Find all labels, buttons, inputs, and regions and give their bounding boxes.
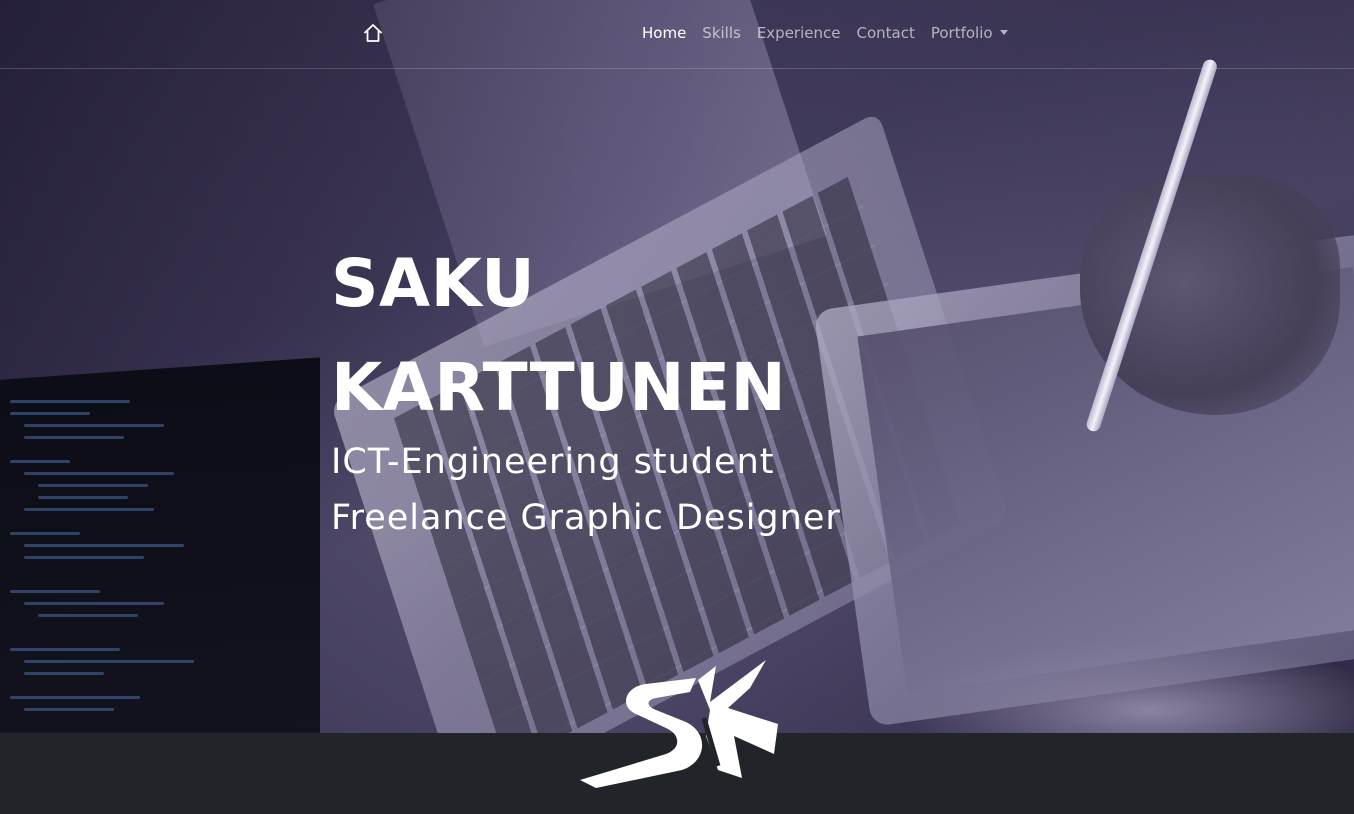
nav-link-experience[interactable]: Experience — [749, 22, 849, 44]
subtitle-designer: Freelance Graphic Designer — [331, 498, 841, 538]
subtitle-role: ICT-Engineering student — [331, 442, 775, 482]
sk-logo — [580, 660, 778, 788]
hero-text: SAKU KARTTUNEN ICT-Engineering student F… — [331, 232, 841, 546]
home-icon[interactable] — [362, 22, 384, 44]
nav-link-skills[interactable]: Skills — [694, 22, 749, 44]
hero-section: SAKU KARTTUNEN ICT-Engineering student F… — [0, 0, 1354, 733]
navbar: Home Skills Experience Contact Portfolio — [0, 0, 1354, 69]
nav-dropdown-portfolio[interactable]: Portfolio — [923, 22, 1016, 44]
name-first: SAKU — [331, 245, 536, 322]
lower-hand-background — [900, 640, 1354, 733]
caret-down-icon — [999, 30, 1008, 35]
name-last: KARTTUNEN — [331, 349, 787, 426]
nav-link-home[interactable]: Home — [634, 22, 694, 44]
nav-links: Home Skills Experience Contact Portfolio — [634, 22, 1016, 44]
nav-link-contact[interactable]: Contact — [848, 22, 922, 44]
code-lines-background — [0, 390, 300, 730]
nav-dropdown-label: Portfolio — [930, 24, 993, 42]
